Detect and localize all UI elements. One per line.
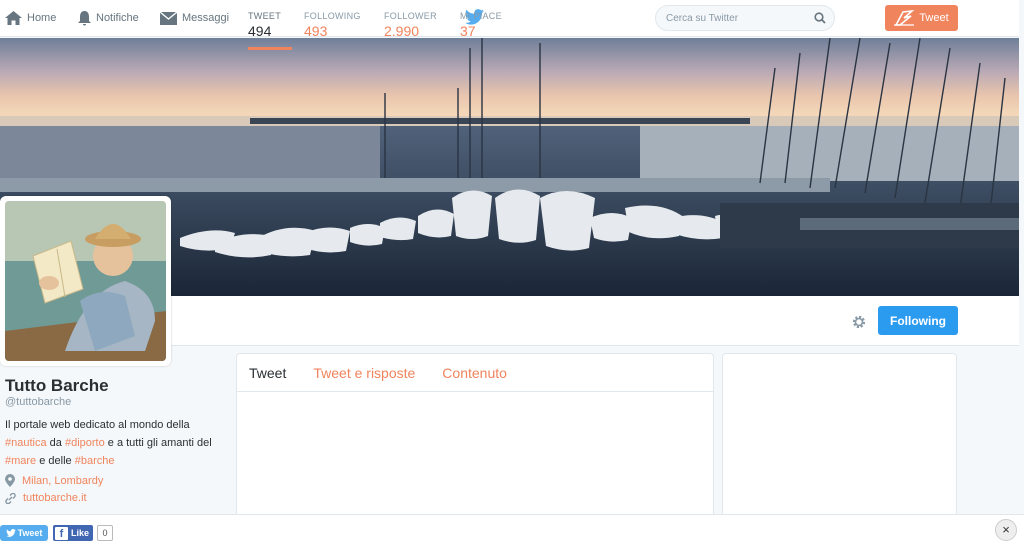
- close-icon[interactable]: ×: [995, 519, 1017, 541]
- profile-name: Tutto Barche: [5, 376, 109, 395]
- profile-website: tuttobarche.it: [5, 492, 87, 504]
- timeline-tabs: Tweet Tweet e risposte Contenuto: [237, 354, 713, 392]
- stat-tweets-label: TWEET: [248, 11, 281, 21]
- stat-following[interactable]: FOLLOWING 493: [304, 0, 364, 50]
- bell-icon: [78, 10, 91, 25]
- envelope-icon: [160, 11, 177, 25]
- stat-tweets-value: 494: [248, 23, 272, 39]
- search-box: [655, 5, 835, 31]
- stat-likes[interactable]: MI PIACE 37: [460, 0, 510, 50]
- stat-followers[interactable]: FOLLOWER 2.990: [384, 0, 444, 50]
- stat-likes-label: MI PIACE: [460, 11, 502, 21]
- right-sidebar-panel: [722, 353, 957, 523]
- bio-text: da: [46, 437, 65, 449]
- twitter-bird-icon: [5, 529, 16, 537]
- search-input[interactable]: [656, 6, 806, 30]
- hashtag-link[interactable]: #diporto: [65, 437, 105, 449]
- nav-notifications[interactable]: Notifiche: [78, 0, 139, 36]
- profile-handle[interactable]: @tuttobarche: [5, 396, 71, 408]
- gear-icon[interactable]: [851, 314, 867, 330]
- tab-tweets-and-replies[interactable]: Tweet e risposte: [313, 365, 415, 381]
- share-tweet-label: Tweet: [17, 528, 43, 538]
- hashtag-link[interactable]: #nautica: [5, 437, 47, 449]
- compose-quill-icon: [894, 10, 915, 26]
- facebook-like-button[interactable]: f Like: [53, 525, 93, 541]
- nav-home[interactable]: Home: [5, 0, 56, 36]
- like-count: 0: [97, 525, 113, 541]
- stat-followers-value: 2.990: [384, 23, 420, 39]
- nav-home-label: Home: [27, 12, 57, 24]
- bio-text: e a tutti gli amanti del: [104, 437, 212, 449]
- nav-messages[interactable]: Messaggi: [160, 0, 229, 36]
- timeline-panel: Tweet Tweet e risposte Contenuto: [236, 353, 714, 523]
- search-icon[interactable]: [814, 12, 826, 24]
- hashtag-link[interactable]: #mare: [5, 455, 36, 467]
- following-button[interactable]: Following: [878, 306, 958, 335]
- facebook-like-label: Like: [71, 528, 90, 538]
- home-icon: [5, 11, 22, 25]
- tab-media[interactable]: Contenuto: [442, 365, 507, 381]
- share-bar: Tweet f Like 0: [0, 514, 1024, 554]
- stat-likes-value: 37: [460, 23, 476, 39]
- profile-avatar[interactable]: [0, 196, 171, 366]
- compose-tweet-label: Tweet: [919, 12, 949, 24]
- bio-text: e delle: [36, 455, 75, 467]
- stat-following-value: 493: [304, 23, 328, 39]
- profile-website-link[interactable]: tuttobarche.it: [23, 492, 87, 504]
- share-tweet-button[interactable]: Tweet: [0, 525, 48, 541]
- stat-followers-label: FOLLOWER: [384, 11, 437, 21]
- stat-following-label: FOLLOWING: [304, 11, 361, 21]
- profile-location: Milan, Lombardy: [5, 474, 103, 487]
- compose-tweet-button[interactable]: Tweet: [885, 5, 958, 31]
- nav-messages-label: Messaggi: [182, 12, 230, 24]
- profile-bio: Il portale web dedicato al mondo della #…: [5, 416, 225, 470]
- stat-tweets[interactable]: TWEET 494: [248, 0, 292, 50]
- profile-location-text[interactable]: Milan, Lombardy: [22, 475, 103, 487]
- facebook-icon: f: [55, 526, 68, 540]
- bio-text: Il portale web dedicato al mondo della: [5, 419, 190, 431]
- tab-tweets[interactable]: Tweet: [249, 365, 286, 381]
- link-icon: [5, 492, 16, 504]
- location-pin-icon: [5, 474, 15, 487]
- hashtag-link[interactable]: #barche: [75, 455, 115, 467]
- nav-notifications-label: Notifiche: [96, 12, 139, 24]
